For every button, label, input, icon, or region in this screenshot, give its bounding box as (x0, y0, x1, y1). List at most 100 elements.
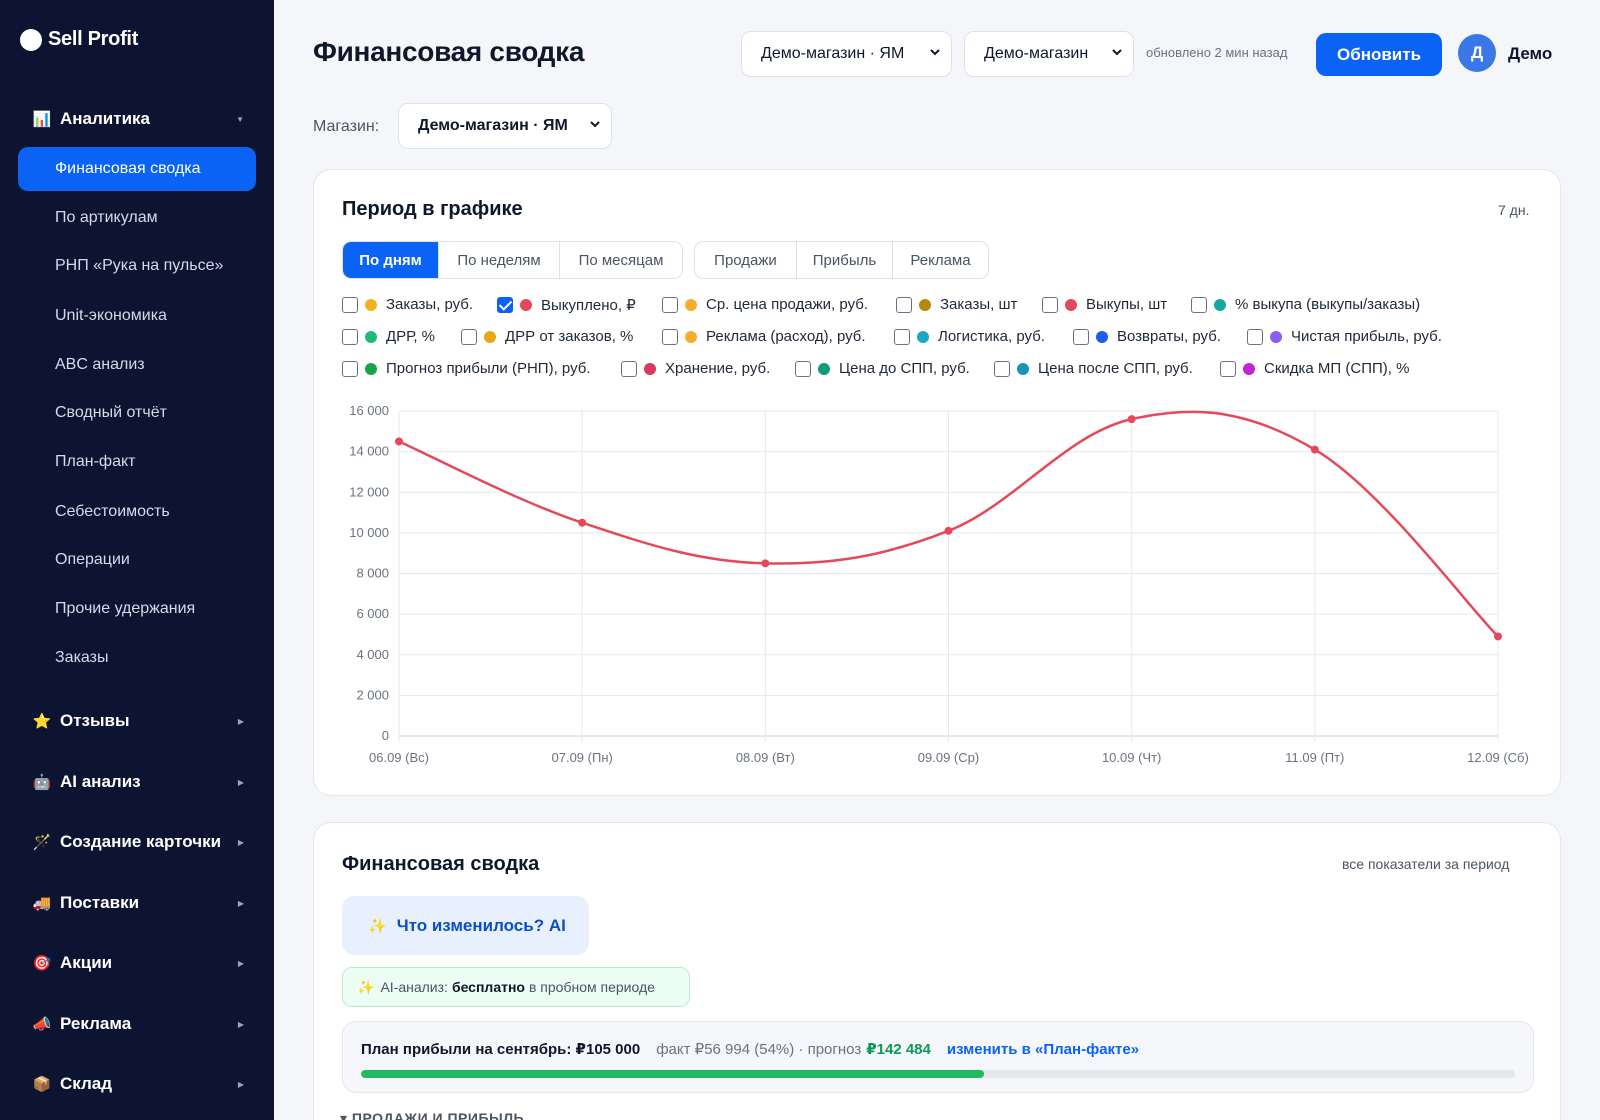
data-point (1494, 632, 1502, 641)
plan-progress-fill (361, 1070, 985, 1078)
user-name[interactable]: Демо (1508, 44, 1552, 64)
x-tick-label: 08.09 (Вт) (736, 750, 795, 765)
metric-toggle[interactable]: Реклама (расход), руб. (662, 328, 866, 345)
sidebar-section-warehouse[interactable]: 📦 Склад ▶ (18, 1062, 256, 1106)
metric-toggle[interactable]: Заказы, шт (896, 296, 1017, 313)
sidebar-item-orders[interactable]: Заказы (18, 636, 256, 680)
store-filter-select[interactable]: Демо-магазин · ЯМ (398, 103, 612, 149)
metric-toggle[interactable]: Скидка МП (СПП), % (1220, 360, 1409, 377)
metric-checkbox[interactable] (662, 328, 678, 345)
sidebar-section-ai-analysis[interactable]: 🤖 AI анализ ▶ (18, 760, 256, 804)
ai-what-changed-button[interactable]: ✨ Что изменилось? AI (342, 896, 589, 955)
sidebar-section-analytics[interactable]: 📊 Аналитика ▼ (18, 97, 256, 141)
metric-toggle[interactable]: % выкупа (выкупы/заказы) (1191, 296, 1420, 313)
x-tick-label: 10.09 (Чт) (1102, 750, 1161, 765)
series-color-dot (1243, 362, 1255, 375)
metric-checkbox[interactable] (497, 297, 513, 313)
metric-toggle[interactable]: Хранение, руб. (621, 360, 770, 377)
sidebar-item-other-deductions[interactable]: Прочие удержания (18, 587, 256, 631)
metric-checkbox[interactable] (621, 360, 637, 377)
metric-toggle[interactable]: ДРР, % (342, 328, 435, 345)
tab-preset-sales[interactable]: Продажи (695, 242, 797, 278)
ai-free-badge: ✨ AI-анализ: бесплатно в пробном периоде (342, 967, 690, 1007)
metric-toggle[interactable]: Чистая прибыль, руб. (1247, 328, 1442, 345)
metric-checkbox[interactable] (662, 296, 678, 313)
y-tick-label: 12 000 (349, 484, 389, 499)
metric-label: Логистика, руб. (938, 328, 1045, 345)
sidebar-item-by-articles[interactable]: По артикулам (18, 196, 256, 240)
ai-free-bold: бесплатно (451, 979, 525, 995)
metric-toggle[interactable]: Цена после СПП, руб. (994, 360, 1193, 377)
sidebar-section-supplies[interactable]: 🚚 Поставки ▶ (18, 881, 256, 925)
metric-toggle[interactable]: Цена до СПП, руб. (795, 360, 970, 377)
metric-toggle[interactable]: Выкупы, шт (1042, 296, 1167, 313)
plan-fact-link[interactable]: изменить в «План-факте» (947, 1041, 1139, 1058)
metric-checkbox[interactable] (342, 328, 358, 345)
marketplace-select[interactable]: Демо-магазин · ЯМ (741, 31, 952, 77)
metric-checkbox[interactable] (1073, 328, 1089, 345)
metric-checkbox[interactable] (342, 360, 358, 377)
sidebar-section-card-creation[interactable]: 🪄 Создание карточки ▶ (18, 820, 256, 864)
metric-checkbox[interactable] (1220, 360, 1236, 377)
summary-card-title: Финансовая сводка (342, 853, 540, 875)
metric-checkbox[interactable] (1191, 296, 1207, 313)
magic-wand-icon: 🪄 (32, 834, 52, 851)
sidebar-item-abc-analysis[interactable]: ABC анализ (18, 343, 256, 387)
metric-checkbox[interactable] (342, 296, 358, 313)
robot-icon: 🤖 (32, 774, 52, 791)
series-color-dot (484, 330, 496, 343)
metric-toggle[interactable]: Возвраты, руб. (1073, 328, 1221, 345)
sales-profit-section-header[interactable]: ▾ ПРОДАЖИ И ПРИБЫЛЬ (340, 1110, 524, 1120)
sidebar-section-advertising[interactable]: 📣 Реклама ▶ (18, 1002, 256, 1046)
tab-by-months[interactable]: По месяцам (560, 242, 682, 278)
metric-checkbox[interactable] (896, 296, 912, 313)
metric-toggle[interactable]: Логистика, руб. (894, 328, 1045, 345)
metric-checkbox[interactable] (461, 328, 477, 345)
ai-free-suffix: в пробном периоде (528, 979, 655, 995)
caret-right-icon: ▶ (237, 898, 244, 908)
tab-preset-advertising[interactable]: Реклама (893, 242, 988, 278)
store-filter-label: Магазин: (313, 118, 380, 135)
sidebar-section-promotions[interactable]: 🎯 Акции ▶ (18, 941, 256, 985)
tab-by-days[interactable]: По дням (343, 242, 439, 278)
sidebar-item-plan-fact[interactable]: План-факт (18, 440, 256, 484)
tab-preset-profit[interactable]: Прибыль (797, 242, 893, 278)
brand-logo[interactable]: Sell Profit (20, 28, 138, 51)
brand-name: Sell Profit (48, 28, 139, 50)
store-select-value: Демо-магазин (984, 45, 1089, 62)
x-tick-label: 06.09 (Вс) (369, 750, 429, 765)
series-color-dot (365, 298, 377, 311)
metric-checkbox[interactable] (1247, 328, 1263, 345)
sidebar-section-reviews[interactable]: ⭐ Отзывы ▶ (18, 699, 256, 743)
metric-checkbox[interactable] (795, 360, 811, 377)
caret-right-icon: ▶ (237, 837, 244, 847)
sidebar-item-rnp[interactable]: РНП «Рука на пульсе» (18, 244, 256, 288)
updated-timestamp: обновлено 2 мин назад (1146, 45, 1288, 60)
ai-button-label: Что изменилось? AI (396, 915, 566, 935)
avatar[interactable]: Д (1458, 34, 1496, 72)
metric-toggle[interactable]: Ср. цена продажи, руб. (662, 296, 868, 313)
preset-tabs: Продажи Прибыль Реклама (694, 241, 989, 279)
metric-toggle[interactable]: Прогноз прибыли (РНП), руб. (342, 360, 591, 377)
period-note: 7 дн. (1498, 202, 1530, 218)
tab-by-weeks[interactable]: По неделям (439, 242, 560, 278)
metric-toggle[interactable]: Выкуплено, ₽ (497, 296, 636, 314)
series-color-dot (685, 330, 697, 343)
metric-label: Реклама (расход), руб. (706, 328, 866, 345)
refresh-button[interactable]: Обновить (1316, 33, 1442, 76)
sidebar-item-cost-price[interactable]: Себестоимость (18, 490, 256, 534)
metric-toggle[interactable]: Заказы, руб. (342, 296, 473, 313)
metric-checkbox[interactable] (894, 328, 910, 345)
sidebar-item-unit-economics[interactable]: Unit-экономика (18, 294, 256, 338)
sidebar-item-operations[interactable]: Операции (18, 538, 256, 582)
sidebar-item-summary-report[interactable]: Сводный отчёт (18, 391, 256, 435)
store-select[interactable]: Демо-магазин (964, 31, 1134, 77)
metric-checkbox[interactable] (1042, 296, 1058, 313)
data-point (395, 437, 403, 446)
metric-toggle[interactable]: ДРР от заказов, % (461, 328, 633, 345)
sidebar-section-label: Создание карточки (60, 832, 222, 851)
sidebar-item-financial-summary[interactable]: Финансовая сводка (18, 147, 256, 191)
x-tick-label: 11.09 (Пт) (1285, 750, 1344, 765)
megaphone-icon: 📣 (32, 1016, 52, 1033)
metric-checkbox[interactable] (994, 360, 1010, 377)
